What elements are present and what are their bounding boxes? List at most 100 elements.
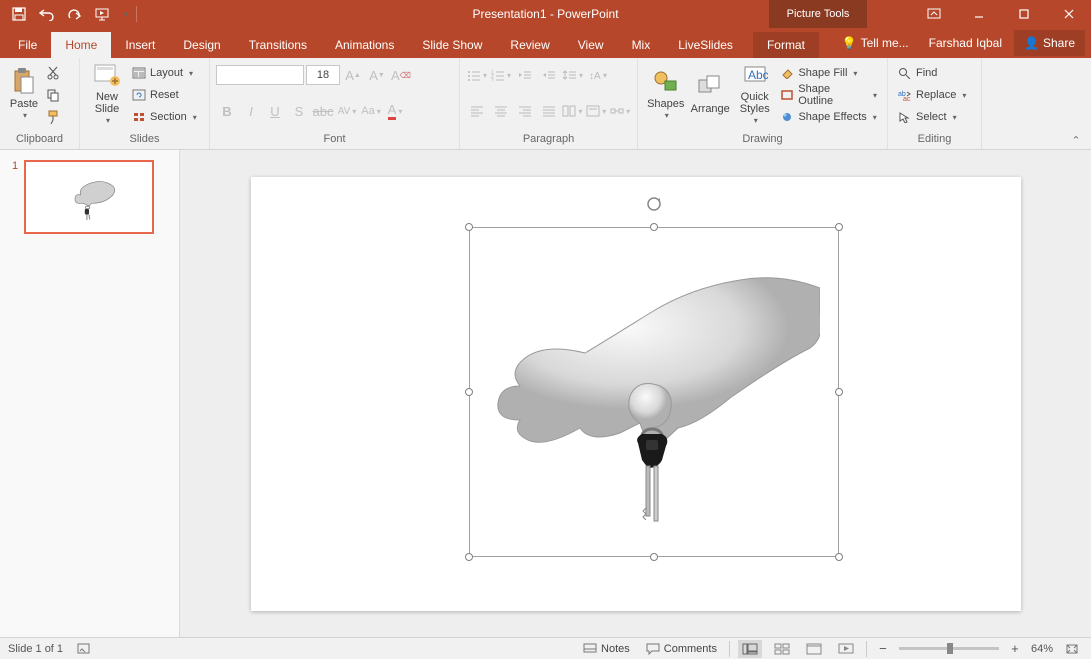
- slide-canvas-area[interactable]: [180, 150, 1091, 637]
- arrange-button[interactable]: Arrange: [688, 60, 733, 126]
- rotate-handle[interactable]: [646, 196, 662, 212]
- select-button[interactable]: Select: [894, 106, 970, 128]
- tab-mix[interactable]: Mix: [618, 32, 665, 58]
- smartart-button[interactable]: [609, 100, 631, 122]
- tab-file[interactable]: File: [4, 32, 51, 58]
- format-painter-button[interactable]: [42, 106, 64, 128]
- hand-holding-keys-image[interactable]: [490, 268, 820, 528]
- zoom-out-button[interactable]: −: [875, 638, 891, 660]
- change-case-button[interactable]: Aa: [360, 100, 382, 122]
- align-left-button[interactable]: [466, 100, 488, 122]
- new-slide-button[interactable]: New Slide: [86, 60, 128, 126]
- spell-check-icon[interactable]: [77, 642, 93, 656]
- decrease-indent-button[interactable]: [514, 64, 536, 86]
- font-family-combo[interactable]: [216, 65, 304, 85]
- clear-formatting-button[interactable]: A⌫: [390, 64, 412, 86]
- save-button[interactable]: [6, 2, 32, 26]
- tab-transitions[interactable]: Transitions: [235, 32, 321, 58]
- tab-liveslides[interactable]: LiveSlides: [664, 32, 747, 58]
- slide-thumbnail-panel[interactable]: 1: [0, 150, 180, 637]
- maximize-button[interactable]: [1001, 0, 1046, 28]
- picture-selection-box[interactable]: [469, 227, 839, 557]
- tab-design[interactable]: Design: [169, 32, 234, 58]
- slide-info[interactable]: Slide 1 of 1: [8, 643, 63, 655]
- resize-handle-tl[interactable]: [465, 223, 473, 231]
- fit-to-window-button[interactable]: [1061, 638, 1083, 660]
- replace-button[interactable]: abacReplace: [894, 84, 970, 106]
- share-label: Share: [1043, 36, 1075, 50]
- section-button[interactable]: Section: [128, 106, 201, 128]
- close-button[interactable]: [1046, 0, 1091, 28]
- resize-handle-tm[interactable]: [650, 223, 658, 231]
- shapes-button[interactable]: Shapes: [644, 60, 688, 126]
- thumbnail-slide-1[interactable]: 1: [12, 160, 167, 234]
- user-account[interactable]: Farshad Iqbal: [921, 30, 1010, 56]
- minimize-button[interactable]: [956, 0, 1001, 28]
- tab-animations[interactable]: Animations: [321, 32, 408, 58]
- increase-indent-button[interactable]: [538, 64, 560, 86]
- reset-button[interactable]: Reset: [128, 84, 201, 106]
- zoom-level[interactable]: 64%: [1031, 643, 1053, 655]
- strikethrough-button[interactable]: abc: [312, 100, 334, 122]
- shape-fill-button[interactable]: Shape Fill: [776, 62, 881, 84]
- tab-slideshow[interactable]: Slide Show: [408, 32, 496, 58]
- line-spacing-button[interactable]: [562, 64, 584, 86]
- justify-button[interactable]: [538, 100, 560, 122]
- zoom-slider-thumb[interactable]: [947, 643, 953, 654]
- paste-button[interactable]: Paste: [6, 60, 42, 126]
- text-direction-button[interactable]: ↕A: [586, 64, 608, 86]
- align-right-button[interactable]: [514, 100, 536, 122]
- align-text-button[interactable]: [585, 100, 607, 122]
- slide-sorter-view-button[interactable]: [770, 640, 794, 658]
- reading-view-button[interactable]: [802, 640, 826, 658]
- tab-view[interactable]: View: [564, 32, 618, 58]
- tell-me-button[interactable]: 💡Tell me...: [834, 30, 917, 56]
- layout-button[interactable]: Layout: [128, 62, 201, 84]
- resize-handle-bm[interactable]: [650, 553, 658, 561]
- quick-styles-button[interactable]: AbcQuick Styles: [733, 60, 777, 126]
- shadow-button[interactable]: S: [288, 100, 310, 122]
- resize-handle-mr[interactable]: [835, 388, 843, 396]
- numbering-button[interactable]: 123: [490, 64, 512, 86]
- tab-home[interactable]: Home: [51, 32, 111, 58]
- window-title: Presentation1 - PowerPoint: [472, 7, 618, 21]
- slideshow-view-button[interactable]: [834, 640, 858, 658]
- tab-insert[interactable]: Insert: [111, 32, 169, 58]
- undo-button[interactable]: [34, 2, 60, 26]
- slide[interactable]: [251, 177, 1021, 611]
- ribbon-display-options-button[interactable]: [911, 0, 956, 28]
- qat-customize-button[interactable]: [118, 2, 132, 26]
- shape-effects-button[interactable]: Shape Effects: [776, 106, 881, 128]
- redo-button[interactable]: [62, 2, 88, 26]
- zoom-slider[interactable]: [899, 647, 999, 650]
- resize-handle-br[interactable]: [835, 553, 843, 561]
- collapse-ribbon-button[interactable]: ⌃: [1067, 133, 1085, 147]
- shape-outline-button[interactable]: Shape Outline: [776, 84, 881, 106]
- columns-button[interactable]: [561, 100, 583, 122]
- notes-button[interactable]: Notes: [579, 638, 634, 660]
- decrease-font-button[interactable]: A▼: [366, 64, 388, 86]
- bold-button[interactable]: B: [216, 100, 238, 122]
- comments-button[interactable]: Comments: [642, 638, 721, 660]
- font-size-combo[interactable]: 18: [306, 65, 340, 85]
- tab-review[interactable]: Review: [496, 32, 563, 58]
- align-center-button[interactable]: [490, 100, 512, 122]
- start-from-beginning-button[interactable]: [90, 2, 116, 26]
- bullets-button[interactable]: [466, 64, 488, 86]
- copy-button[interactable]: [42, 84, 64, 106]
- zoom-in-button[interactable]: +: [1007, 638, 1023, 660]
- resize-handle-ml[interactable]: [465, 388, 473, 396]
- find-button[interactable]: Find: [894, 62, 970, 84]
- resize-handle-tr[interactable]: [835, 223, 843, 231]
- resize-handle-bl[interactable]: [465, 553, 473, 561]
- share-button[interactable]: 👤Share: [1014, 30, 1085, 56]
- cut-button[interactable]: [42, 62, 64, 84]
- underline-button[interactable]: U: [264, 100, 286, 122]
- font-color-button[interactable]: A: [384, 100, 406, 122]
- char-spacing-button[interactable]: AV: [336, 100, 358, 122]
- italic-button[interactable]: I: [240, 100, 262, 122]
- thumbnail-preview[interactable]: [24, 160, 154, 234]
- normal-view-button[interactable]: [738, 640, 762, 658]
- tab-format[interactable]: Format: [753, 32, 819, 58]
- increase-font-button[interactable]: A▲: [342, 64, 364, 86]
